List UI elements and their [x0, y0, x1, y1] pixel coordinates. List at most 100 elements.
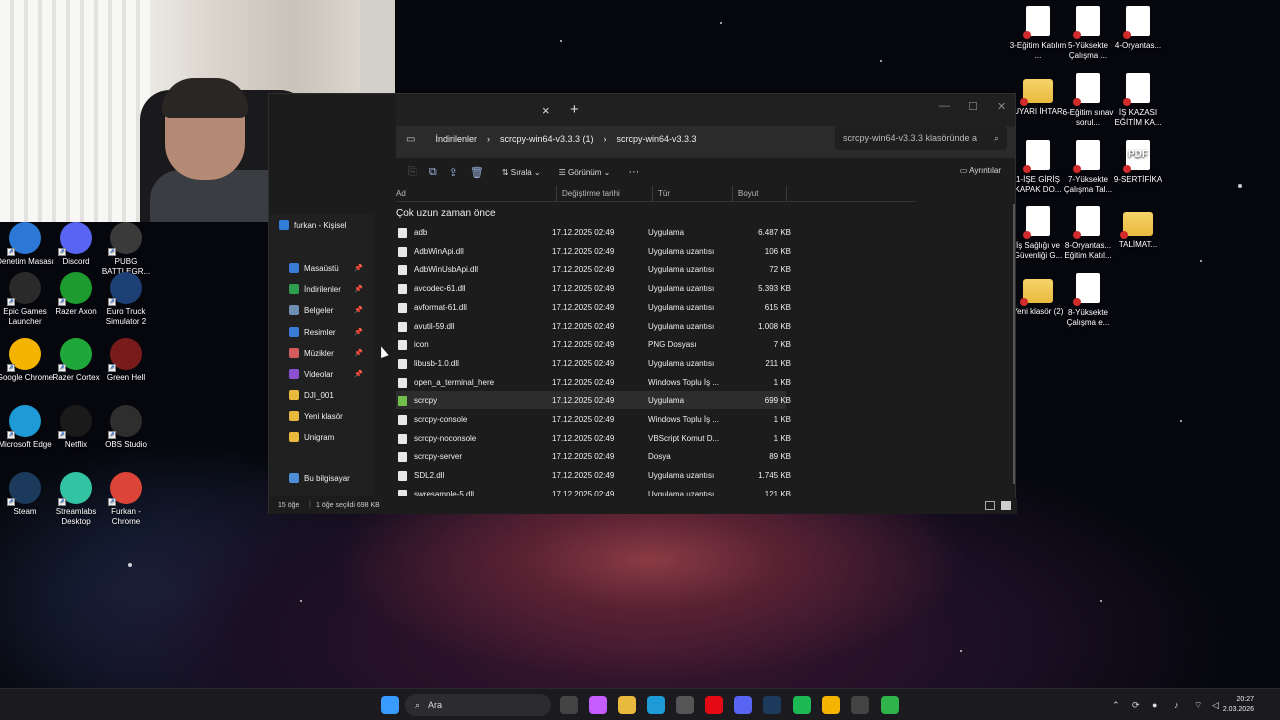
taskbar-copilot-icon[interactable] — [589, 696, 607, 714]
column-type[interactable]: Tür — [658, 189, 670, 198]
desktop-icon[interactable]: ↗ OBS Studio — [96, 405, 156, 450]
desktop-icon[interactable]: ↗PUBG BATTLEGR... — [96, 222, 156, 277]
taskbar-obs-icon[interactable] — [851, 696, 869, 714]
desktop-icon-label: Green Hell — [106, 373, 146, 382]
taskbar-search[interactable]: ⌕ Ara — [405, 694, 551, 716]
column-divider[interactable] — [786, 186, 787, 202]
taskbar-folder-icon[interactable] — [618, 696, 636, 714]
antivirus-icon[interactable]: ● — [1152, 700, 1162, 710]
column-modified[interactable]: Değiştirme tarihi — [562, 189, 620, 198]
sort-button[interactable]: ⇅ Sırala ⌄ — [502, 168, 541, 177]
desktop-file-icon[interactable]: İŞ KAZASI EĞİTİM KA... — [1108, 73, 1168, 128]
nav-item[interactable]: Unigram — [289, 428, 369, 446]
file-row[interactable]: AdbWinUsbApi.dll 17.12.2025 02:49 Uygulama… — [396, 260, 791, 278]
nav-item[interactable]: İndirilenler 📌 — [289, 280, 369, 298]
volume-icon[interactable]: ◁ — [1212, 700, 1222, 710]
file-row[interactable]: scrcpy 17.12.2025 02:49 Uygulama 699 KB — [396, 391, 791, 410]
microphone-icon[interactable]: ♪ — [1174, 700, 1184, 710]
desktop-file-icon[interactable]: 4-Oryantas... — [1108, 6, 1168, 51]
new-tab-button[interactable]: + — [570, 101, 579, 118]
file-row[interactable]: adb 17.12.2025 02:49 Uygulama 6.487 KB — [396, 223, 791, 241]
file-row[interactable]: scrcpy-noconsole 17.12.2025 02:49 VBScript… — [396, 429, 791, 447]
column-divider[interactable] — [732, 186, 733, 202]
file-row[interactable]: scrcpy-console 17.12.2025 02:49 Windows To… — [396, 410, 791, 428]
taskbar-start-icon[interactable] — [381, 696, 399, 714]
details-view-icon[interactable] — [985, 501, 995, 510]
breadcrumb[interactable]: ▭ İndirilenler › scrcpy-win64-v3.3.3 (1)… — [406, 127, 826, 151]
nav-item[interactable]: Videolar 📌 — [289, 365, 369, 383]
breadcrumb-item-downloads[interactable]: İndirilenler — [435, 134, 477, 144]
close-window-button[interactable]: ✕ — [997, 100, 1006, 113]
pin-icon[interactable]: 📌 — [354, 349, 363, 357]
file-row[interactable]: icon 17.12.2025 02:49 PNG Dosyası 7 KB — [396, 335, 791, 353]
app-icon — [398, 228, 407, 238]
details-pane-button[interactable]: ▭ Ayrıntılar — [960, 166, 1001, 175]
nav-item[interactable]: Yeni klasör — [289, 407, 369, 425]
taskbar-file-explorer-icon[interactable] — [560, 696, 578, 714]
file-row[interactable]: avcodec-61.dll 17.12.2025 02:49 Uygulama u… — [396, 279, 791, 297]
pin-icon[interactable]: 📌 — [354, 306, 363, 314]
search-input[interactable]: scrcpy-win64-v3.3.3 klasöründe a ⌕ — [835, 126, 1007, 150]
nav-item[interactable]: DJI_001 — [289, 386, 369, 404]
group-header[interactable]: Çok uzun zaman önce — [396, 208, 496, 219]
cut-icon[interactable]: ⎘ — [408, 166, 417, 179]
desktop-icon[interactable]: ↗ Green Hell — [96, 338, 156, 383]
breadcrumb-item-current[interactable]: scrcpy-win64-v3.3.3 — [617, 134, 697, 144]
pin-icon[interactable]: 📌 — [354, 370, 363, 378]
share-icon[interactable]: ⇪ — [449, 166, 458, 179]
taskbar-discord-icon[interactable] — [734, 696, 752, 714]
nav-item[interactable]: Masaüstü 📌 — [289, 259, 369, 277]
delete-icon[interactable]: 🗑 — [470, 166, 484, 179]
file-row[interactable]: avformat-61.dll 17.12.2025 02:49 Uygulama … — [396, 298, 791, 316]
desktop-icon[interactable]: ↗ Furkan - Chrome — [96, 472, 156, 527]
rename-icon[interactable]: ⧉ — [429, 166, 437, 179]
file-row[interactable]: scrcpy-server 17.12.2025 02:49 Dosya 89 KB — [396, 447, 791, 465]
taskbar-store-icon[interactable] — [676, 696, 694, 714]
column-name[interactable]: Ad — [396, 189, 406, 198]
desktop-icon[interactable]: ↗ Euro Truck Simulator 2 — [96, 272, 156, 327]
taskbar-netflix-icon[interactable] — [705, 696, 723, 714]
file-row[interactable]: open_a_terminal_here 17.12.2025 02:49 Wind… — [396, 373, 791, 391]
desktop-file-icon[interactable]: 8-Yüksekte Çalışma e... — [1058, 273, 1118, 328]
pin-icon[interactable]: 📌 — [354, 285, 363, 293]
column-divider[interactable] — [556, 186, 557, 202]
file-date: 17.12.2025 02:49 — [552, 415, 615, 424]
nav-item[interactable]: furkan - Kişisel — [279, 216, 359, 234]
taskbar-steam-icon[interactable] — [763, 696, 781, 714]
desktop-file-icon[interactable]: PDF 9-SERTİFİKA — [1108, 140, 1168, 185]
netflix-icon: ↗ — [58, 405, 92, 439]
details-label: Ayrıntılar — [969, 166, 1001, 175]
pin-icon[interactable]: 📌 — [354, 328, 363, 336]
nav-item[interactable]: Belgeler 📌 — [289, 301, 369, 319]
chevron-up-icon[interactable]: ⌃ — [1112, 700, 1122, 710]
wifi-icon[interactable]: ⌔ — [1194, 700, 1204, 710]
taskbar-edge-icon[interactable] — [647, 696, 665, 714]
network-icon[interactable]: ⟳ — [1132, 700, 1142, 710]
pin-icon[interactable]: 📌 — [354, 264, 363, 272]
tab-close-button[interactable]: × — [542, 103, 550, 118]
file-row[interactable]: avutil-59.dll 17.12.2025 02:49 Uygulama uz… — [396, 317, 791, 335]
maximize-button[interactable]: ☐ — [968, 100, 978, 113]
clock[interactable]: 20:27 2.03.2026 — [1223, 695, 1254, 715]
view-button[interactable]: ☰ Görünüm ⌄ — [559, 168, 611, 177]
file-row[interactable]: swresample-5.dll 17.12.2025 02:49 Uygulama… — [396, 485, 791, 496]
taskbar-scrcpy-icon[interactable] — [881, 696, 899, 714]
column-divider[interactable] — [652, 186, 653, 202]
more-button[interactable]: ··· — [628, 166, 639, 178]
nav-item[interactable]: Müzikler 📌 — [289, 344, 369, 362]
tiles-view-icon[interactable] — [1001, 501, 1011, 510]
column-size[interactable]: Boyut — [738, 189, 758, 198]
breadcrumb-item-parent[interactable]: scrcpy-win64-v3.3.3 (1) — [500, 134, 594, 144]
vertical-scrollbar[interactable] — [1013, 204, 1015, 484]
file-row[interactable]: libusb-1.0.dll 17.12.2025 02:49 Uygulama u… — [396, 354, 791, 372]
file-date: 17.12.2025 02:49 — [552, 452, 615, 462]
desktop-file-icon[interactable]: TALİMAT... — [1108, 206, 1168, 250]
file-row[interactable]: SDL2.dll 17.12.2025 02:49 Uygulama uzantıs… — [396, 466, 791, 484]
nav-item[interactable]: Resimler 📌 — [289, 323, 369, 341]
minimize-button[interactable]: — — [939, 100, 950, 112]
nav-item[interactable]: Bu bilgisayar — [289, 469, 369, 487]
file-row[interactable]: AdbWinApi.dll 17.12.2025 02:49 Uygulama uz… — [396, 242, 791, 260]
taskbar-spotify-icon[interactable] — [793, 696, 811, 714]
taskbar-chrome-icon[interactable] — [822, 696, 840, 714]
folder-icon — [289, 411, 299, 421]
